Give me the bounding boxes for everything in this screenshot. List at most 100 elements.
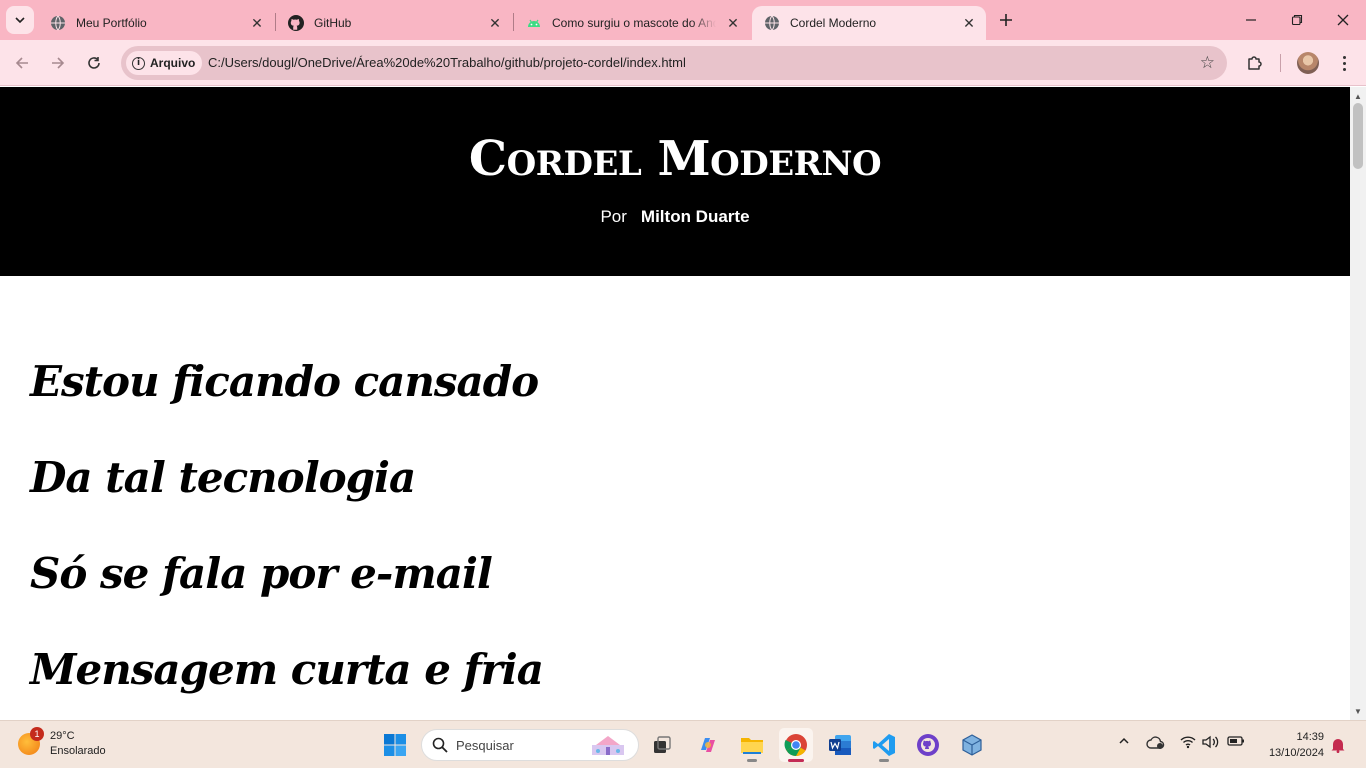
byline-label: Por [600,207,627,226]
toolbar-divider [1280,54,1281,72]
wifi-icon [1180,736,1196,749]
minimize-button[interactable] [1228,0,1274,40]
arrow-right-icon [52,57,65,69]
verse-line: Da tal tecnologia [30,453,416,502]
search-highlight-illustration-icon [592,736,624,755]
minimize-icon [1246,19,1256,21]
search-placeholder: Pesquisar [456,737,514,753]
close-tab-icon[interactable]: ✕ [960,14,978,32]
arrow-left-icon [15,57,28,69]
author-name: Milton Duarte [640,207,750,226]
task-view-button[interactable] [645,728,679,762]
weather-description: Ensolarado [50,745,106,757]
tab-github[interactable]: GitHub ✕ [276,6,512,40]
speaker-icon [1202,735,1219,749]
clock-time: 14:39 [1296,731,1324,743]
chrome-taskbar-button[interactable] [779,728,813,762]
onedrive-tray-icon[interactable] [1145,735,1167,751]
battery-tray-icon[interactable] [1225,735,1247,747]
tab-title: Cordel Moderno [790,16,877,30]
new-tab-button[interactable] [994,8,1018,32]
close-tab-icon[interactable]: ✕ [724,14,742,32]
profile-avatar[interactable] [1297,52,1319,74]
site-info-label: Arquivo [150,56,196,70]
running-indicator [879,759,889,762]
reload-button[interactable] [79,48,109,78]
start-button[interactable] [378,728,412,762]
vscode-button[interactable] [867,728,901,762]
plus-icon [1000,14,1012,26]
vscode-icon [873,734,895,756]
chrome-menu-button[interactable] [1335,50,1353,76]
battery-icon [1227,736,1244,746]
reload-icon [88,57,100,69]
url-text[interactable]: C:/Users/dougl/OneDrive/Área%20de%20Trab… [208,55,686,70]
scrollbar-thumb[interactable] [1353,103,1363,169]
puzzle-icon [1248,56,1262,70]
search-icon [432,737,448,753]
android-icon [526,15,542,31]
copilot-button[interactable] [691,728,725,762]
tab-title: GitHub [314,16,352,30]
page-title: Cordel Moderno [468,131,882,187]
copilot-icon [701,738,715,752]
page-viewport: Cordel Moderno Por Milton Duarte Estou fi… [0,87,1350,720]
scroll-up-arrow-icon[interactable]: ▲ [1350,89,1366,103]
windows-taskbar: 1 29°C Ensolarado Pesquisar 14:39 13/10/… [0,720,1366,768]
notification-badge: 1 [30,727,44,741]
volume-tray-icon[interactable] [1201,735,1221,749]
chevron-down-icon [15,17,25,24]
word-button[interactable] [823,728,857,762]
forward-button[interactable] [43,48,73,78]
active-indicator [788,759,804,762]
show-hidden-icons-button[interactable] [1114,735,1134,747]
taskbar-search[interactable]: Pesquisar [421,729,639,761]
cube-icon [962,734,982,756]
close-tab-icon[interactable]: ✕ [248,14,266,32]
globe-icon [764,15,780,31]
weather-temperature: 29°C [50,730,75,742]
tab-strip: Meu Portfólio ✕ GitHub ✕ Como surgiu o m… [0,0,1366,40]
address-bar[interactable]: i Arquivo C:/Users/dougl/OneDrive/Área%2… [121,46,1227,80]
virtualbox-button[interactable] [955,728,989,762]
close-tab-icon[interactable]: ✕ [486,14,504,32]
bell-icon [1331,739,1345,753]
tab-meu-portfolio[interactable]: Meu Portfólio ✕ [38,6,274,40]
task-view-icon [654,736,671,753]
wifi-tray-icon[interactable] [1178,735,1198,749]
running-indicator [747,759,757,762]
github-icon [288,15,304,31]
verse-line: Estou ficando cansado [30,357,539,406]
weather-widget[interactable]: 1 29°C Ensolarado [18,727,106,759]
close-window-button[interactable] [1320,0,1366,40]
close-icon [1337,14,1349,26]
tab-android-mascote[interactable]: Como surgiu o mascote do Android ✕ [514,6,750,40]
tab-search-button[interactable] [6,6,34,34]
vertical-scrollbar[interactable]: ▲ ▼ [1350,87,1366,720]
tab-cordel-moderno[interactable]: Cordel Moderno ✕ [752,6,986,40]
info-icon: i [132,56,145,70]
chevron-up-icon [1119,737,1129,744]
github-desktop-button[interactable] [911,728,945,762]
bookmark-star-icon[interactable]: ☆ [1200,53,1215,73]
windows-logo-icon [384,734,406,756]
github-desktop-icon [917,734,939,756]
restore-icon [1291,14,1303,26]
tab-title: Meu Portfólio [76,16,147,30]
folder-icon [741,738,763,754]
restore-button[interactable] [1274,0,1320,40]
cloud-icon [1146,736,1165,749]
page-header: Cordel Moderno Por Milton Duarte [0,87,1350,276]
byline: Por Milton Duarte [0,207,1350,227]
verse-line: Só se fala por e-mail [30,549,493,598]
file-explorer-button[interactable] [735,728,769,762]
extensions-button[interactable] [1242,48,1268,78]
scroll-down-arrow-icon[interactable]: ▼ [1350,704,1366,718]
chrome-icon [784,734,807,756]
notifications-button[interactable] [1330,737,1346,758]
browser-toolbar: i Arquivo C:/Users/dougl/OneDrive/Área%2… [0,40,1366,86]
site-info-chip[interactable]: i Arquivo [126,51,203,75]
back-button[interactable] [7,48,37,78]
system-clock[interactable]: 14:39 13/10/2024 [1254,729,1324,761]
sun-icon: 1 [18,727,44,755]
